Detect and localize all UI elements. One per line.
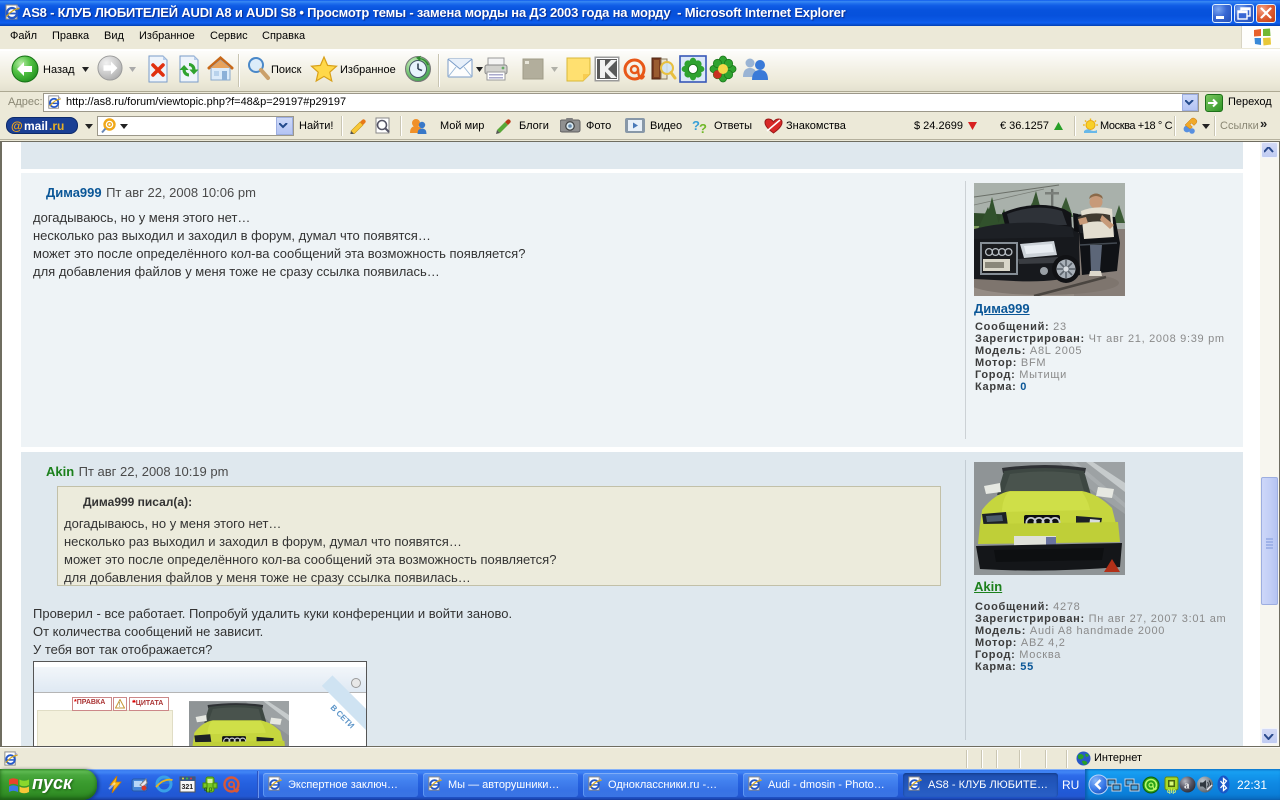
svg-text:!: ! [119, 702, 121, 709]
svg-text:321: 321 [182, 784, 194, 791]
svg-text:a: a [1184, 780, 1190, 792]
svg-text:qip: qip [1167, 789, 1176, 794]
svg-text:?: ? [699, 121, 707, 134]
svg-text:q p: q p [204, 787, 213, 793]
